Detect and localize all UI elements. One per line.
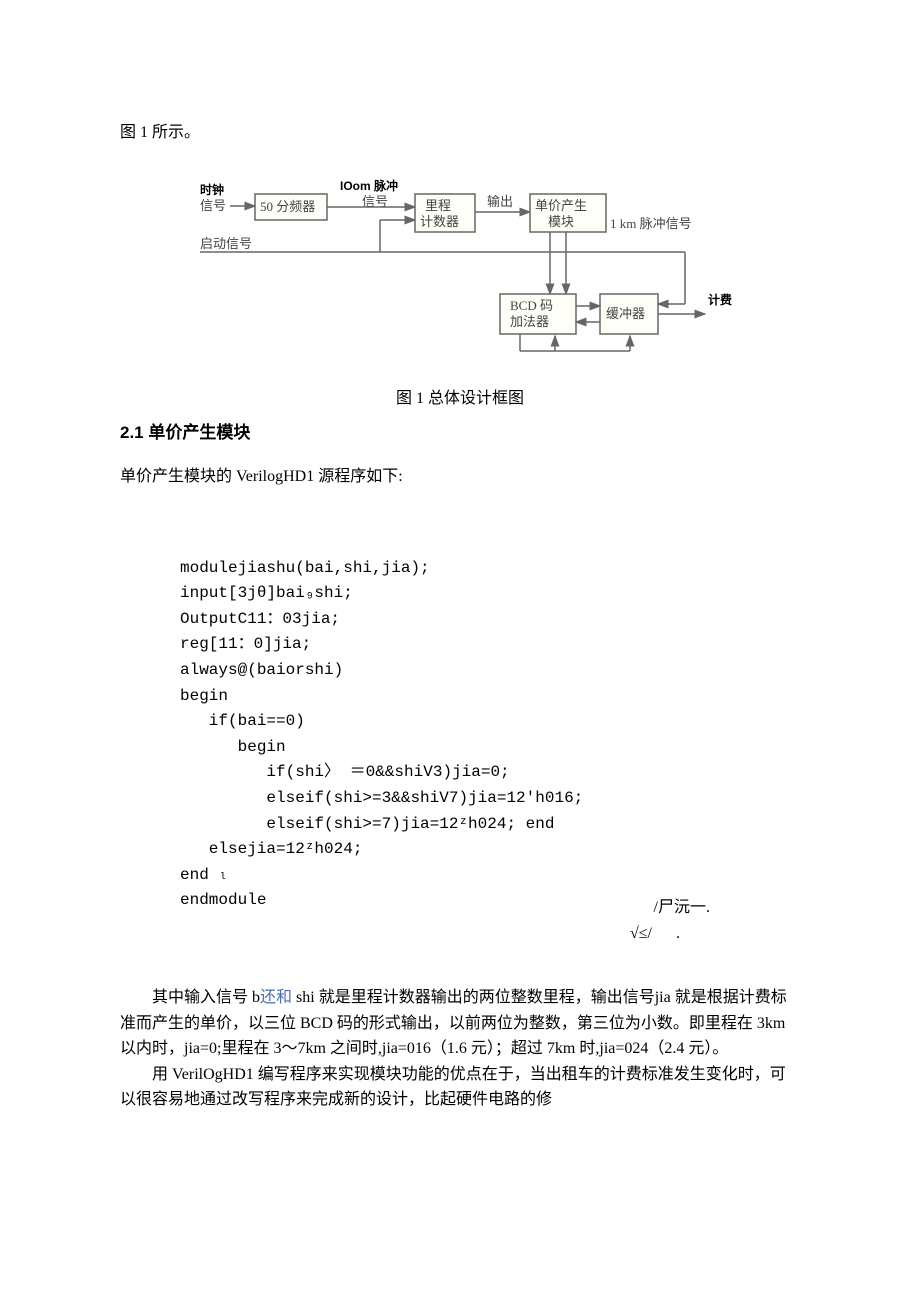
top-line: 图 1 所示。 bbox=[120, 120, 800, 146]
box-divider-label: 50 分频器 bbox=[260, 199, 315, 214]
code-line: always@(baiorshi) bbox=[180, 661, 343, 679]
code-line: input[3jθ]bai₉shi; bbox=[180, 584, 353, 602]
stray-ocr-text: √≤/ . bbox=[630, 921, 680, 947]
box-danjia-l2: 模块 bbox=[548, 214, 574, 229]
explain-paragraph-2: 用 VerilOgHD1 编写程序来实现模块功能的优点在于，当出租车的计费标准发… bbox=[120, 1062, 800, 1113]
code-line: elseif(shi>=3&&shiV7)jia=12'h016; bbox=[180, 789, 583, 807]
box-licheng-l2: 计数器 bbox=[420, 214, 459, 229]
link-text: 还和 bbox=[260, 989, 292, 1006]
box-danjia-l1: 单价产生 bbox=[535, 198, 587, 213]
code-line: if(shi〉 ＝0&&shiV3)jia=0; bbox=[180, 763, 510, 781]
figure-caption: 图 1 总体设计框图 bbox=[120, 386, 800, 412]
section-2-1-heading: 2.1 单价产生模块 bbox=[120, 419, 800, 446]
label-start-signal: 启动信号 bbox=[200, 236, 252, 251]
label-clock: 时钟 bbox=[200, 182, 224, 197]
code-line: end ₗ bbox=[180, 866, 228, 884]
text-run: 其中输入信号 b bbox=[152, 989, 260, 1006]
label-output: 输出 bbox=[487, 194, 513, 209]
label-100m-pulse: IOom 脉冲 bbox=[340, 178, 398, 193]
label-billing: 计费 bbox=[708, 292, 732, 307]
diagram-svg: .bx{fill:#fefef8;stroke:#666;stroke-widt… bbox=[200, 176, 800, 376]
code-line: elseif(shi>=7)jia=12ᶻh024; end bbox=[180, 815, 554, 833]
section-2-1-intro: 单价产生模块的 VerilogHD1 源程序如下: bbox=[120, 464, 800, 490]
code-line: begin bbox=[180, 687, 228, 705]
code-line: elsejia=12ᶻh024; bbox=[180, 840, 362, 858]
code-line: begin bbox=[180, 738, 286, 756]
code-line: endmodule bbox=[180, 891, 266, 909]
code-line: if(bai==0) bbox=[180, 712, 305, 730]
label-1km-pulse: 1 km 脉冲信号 bbox=[610, 216, 692, 231]
box-licheng-l1: 里程 bbox=[425, 198, 451, 213]
box-buffer-label: 缓冲器 bbox=[606, 306, 645, 321]
block-diagram: .bx{fill:#fefef8;stroke:#666;stroke-widt… bbox=[200, 176, 800, 376]
code-line: OutputC11：03jia; bbox=[180, 610, 340, 628]
explain-paragraph-1: 其中输入信号 b还和 shi 就是里程计数器输出的两位整数里程，输出信号jia … bbox=[120, 985, 800, 1062]
code-line: reg[11：0]jia; bbox=[180, 635, 311, 653]
box-bcd-l1: BCD 码 bbox=[510, 298, 553, 313]
stray-ocr-text: /尸沅一. bbox=[654, 895, 710, 921]
code-line: modulejiashu(bai,shi,jia); bbox=[180, 559, 430, 577]
box-bcd-l2: 加法器 bbox=[510, 314, 549, 329]
label-signal-left: 信号 bbox=[200, 198, 226, 213]
verilog-code-block: modulejiashu(bai,shi,jia); input[3jθ]bai… bbox=[180, 530, 800, 965]
